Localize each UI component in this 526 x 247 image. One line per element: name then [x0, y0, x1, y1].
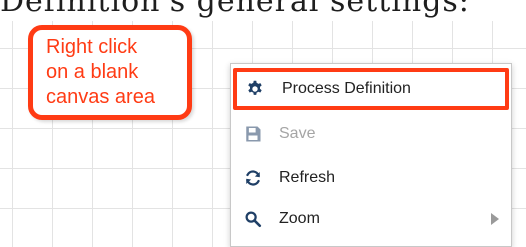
canvas-context-menu: Process Definition Save Refresh Zoom [230, 63, 512, 247]
callout-line-3: canvas area [46, 86, 155, 108]
callout-line-2: on a blank [46, 61, 139, 83]
callout-annotation: Right click on a blank canvas area [28, 25, 192, 120]
menu-item-refresh[interactable]: Refresh [231, 157, 511, 199]
menu-item-zoom[interactable]: Zoom [231, 198, 511, 240]
page-heading-fragment: Definition's general settings: [0, 0, 526, 21]
menu-item-process-definition[interactable]: Process Definition [233, 68, 509, 110]
callout-line-1: Right click [46, 36, 138, 58]
magnifier-icon [243, 209, 263, 229]
gear-icon [245, 79, 265, 99]
menu-item-save[interactable]: Save [231, 113, 511, 155]
submenu-arrow-icon [491, 213, 499, 225]
floppy-disk-icon [243, 124, 263, 144]
menu-item-label: Process Definition [282, 80, 411, 97]
menu-item-label: Refresh [279, 169, 336, 186]
menu-item-label: Save [279, 125, 316, 142]
refresh-icon [243, 168, 263, 188]
menu-item-label: Zoom [279, 210, 320, 227]
